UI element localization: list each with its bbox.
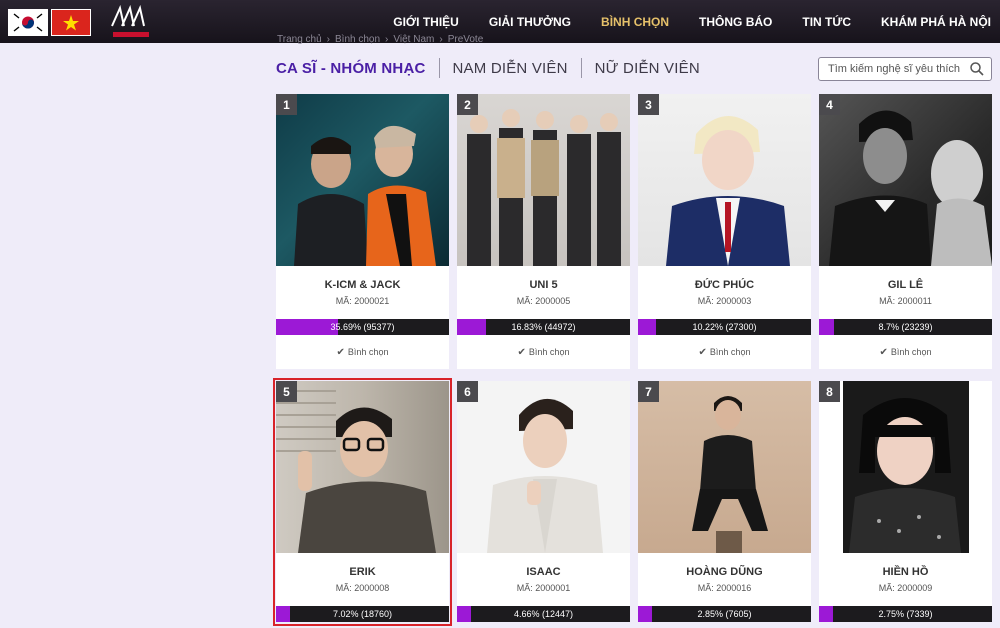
search-input[interactable] [819, 63, 967, 75]
breadcrumb-home[interactable]: Trang chủ [277, 34, 322, 45]
breadcrumb: Trang chủ › Bình chọn › Việt Nam › PreVote [277, 34, 483, 45]
vote-stat: 8.7% (23239) [878, 322, 933, 332]
selected-card-highlight [273, 378, 452, 626]
check-icon: ✔ [517, 346, 526, 358]
artist-card[interactable]: 8 HIỀN HỒ MÃ: 2000009 2.75% (7339) [819, 381, 992, 622]
artist-name: GIL LÊ [887, 279, 924, 291]
rank-badge: 8 [819, 381, 840, 402]
korea-flag-icon[interactable] [8, 9, 48, 36]
nav-tin-tuc[interactable]: TIN TỨC [802, 15, 851, 29]
check-icon: ✔ [336, 346, 345, 358]
rank-badge: 1 [276, 94, 297, 115]
nav-binh-chon[interactable]: BÌNH CHỌN [601, 15, 669, 29]
nav-kham-pha-ha-noi[interactable]: KHÁM PHÁ HÀ NỘI [881, 15, 991, 29]
artist-photo[interactable]: 1 [276, 94, 449, 266]
vote-progress-bar: 10.22% (27300) [638, 319, 811, 335]
artist-photo[interactable]: 7 [638, 381, 811, 553]
artist-code: MÃ: 2000009 [878, 583, 933, 593]
artist-code: MÃ: 2000003 [697, 296, 752, 306]
vote-button[interactable]: ✔ Bình chọn [819, 335, 992, 369]
rank-badge: 2 [457, 94, 478, 115]
vote-progress-bar: 8.7% (23239) [819, 319, 992, 335]
check-icon: ✔ [698, 346, 707, 358]
artist-card[interactable]: 1 K-ICM & JACK MÃ: 2000021 35.69% (95377… [276, 94, 449, 369]
artist-card[interactable]: 2 UNI 5 MÃ: 2000005 16.83% (44972) ✔ Bìn… [457, 94, 630, 369]
vote-button[interactable]: ✔ Bình chọn [276, 335, 449, 369]
artist-name: ISAAC [526, 566, 561, 578]
vote-stat: 2.75% (7339) [878, 609, 933, 619]
artist-photo[interactable]: 3 [638, 94, 811, 266]
category-tabs: CA SĨ - NHÓM NHẠC NAM DIỄN VIÊN NỮ DIỄN … [276, 58, 700, 78]
vote-label: Bình chọn [528, 347, 570, 357]
vote-stat: 2.85% (7605) [697, 609, 752, 619]
breadcrumb-prevote: PreVote [447, 34, 484, 45]
tab-singer-group[interactable]: CA SĨ - NHÓM NHẠC [276, 60, 426, 77]
top-header: GIỚI THIỆU GIẢI THƯỞNG BÌNH CHỌN THÔNG B… [0, 0, 1000, 43]
search-box [818, 57, 992, 81]
breadcrumb-vote[interactable]: Bình chọn [335, 34, 380, 45]
artist-photo[interactable]: 4 [819, 94, 992, 266]
breadcrumb-vietnam[interactable]: Việt Nam [393, 34, 434, 45]
artist-name: K-ICM & JACK [324, 279, 401, 291]
vietnam-flag-icon[interactable] [51, 9, 91, 36]
tab-divider [438, 58, 440, 78]
artist-card[interactable]: 3 ĐỨC PHÚC MÃ: 2000003 10.22% (27300) ✔ … [638, 94, 811, 369]
vote-progress-bar: 35.69% (95377) [276, 319, 449, 335]
artist-photo[interactable]: 2 [457, 94, 630, 266]
artist-card[interactable]: 7 HOÀNG DŨNG MÃ: 2000016 2.85% (7605) [638, 381, 811, 622]
check-icon: ✔ [879, 346, 888, 358]
search-icon[interactable] [969, 61, 985, 77]
artist-code: MÃ: 2000021 [335, 296, 390, 306]
aaa-logo[interactable] [110, 2, 180, 42]
tab-divider [580, 58, 582, 78]
rank-badge: 6 [457, 381, 478, 402]
rank-badge: 7 [638, 381, 659, 402]
nav-gioi-thieu[interactable]: GIỚI THIỆU [393, 15, 459, 29]
artist-name: HOÀNG DŨNG [686, 566, 763, 578]
nav-thong-bao[interactable]: THÔNG BÁO [699, 15, 772, 29]
vote-button[interactable]: ✔ Bình chọn [457, 335, 630, 369]
breadcrumb-separator: › [385, 34, 389, 45]
vote-progress-bar: 4.66% (12447) [457, 606, 630, 622]
tab-female-actor[interactable]: NỮ DIỄN VIÊN [595, 60, 700, 77]
artist-name: HIỀN HỒ [882, 566, 929, 578]
vote-stat: 35.69% (95377) [330, 322, 395, 332]
breadcrumb-separator: › [439, 34, 443, 45]
vote-label: Bình chọn [347, 347, 389, 357]
artist-name: UNI 5 [529, 279, 558, 291]
artist-code: MÃ: 2000011 [879, 296, 932, 306]
vote-button[interactable]: ✔ Bình chọn [638, 335, 811, 369]
vote-stat: 10.22% (27300) [692, 322, 757, 332]
rank-badge: 3 [638, 94, 659, 115]
breadcrumb-separator: › [326, 34, 330, 45]
vote-stat: 16.83% (44972) [511, 322, 576, 332]
artist-card[interactable]: 6 ISAAC MÃ: 2000001 4.66% (12447) [457, 381, 630, 622]
rank-badge: 4 [819, 94, 840, 115]
artist-photo[interactable]: 6 [457, 381, 630, 553]
tab-male-actor[interactable]: NAM DIỄN VIÊN [453, 60, 568, 77]
nav-giai-thuong[interactable]: GIẢI THƯỞNG [489, 15, 571, 29]
vote-label: Bình chọn [709, 347, 751, 357]
artist-photo[interactable]: 8 [819, 381, 992, 553]
vote-progress-bar: 2.85% (7605) [638, 606, 811, 622]
vote-stat: 4.66% (12447) [513, 609, 574, 619]
artist-code: MÃ: 2000005 [516, 296, 571, 306]
artist-code: MÃ: 2000001 [516, 583, 571, 593]
vote-progress-bar: 2.75% (7339) [819, 606, 992, 622]
vote-progress-bar: 16.83% (44972) [457, 319, 630, 335]
artist-card[interactable]: 4 GIL LÊ MÃ: 2000011 8.7% (23239) ✔ Bình… [819, 94, 992, 369]
artist-code: MÃ: 2000016 [697, 583, 752, 593]
vote-label: Bình chọn [890, 347, 932, 357]
artist-name: ĐỨC PHÚC [694, 279, 755, 291]
